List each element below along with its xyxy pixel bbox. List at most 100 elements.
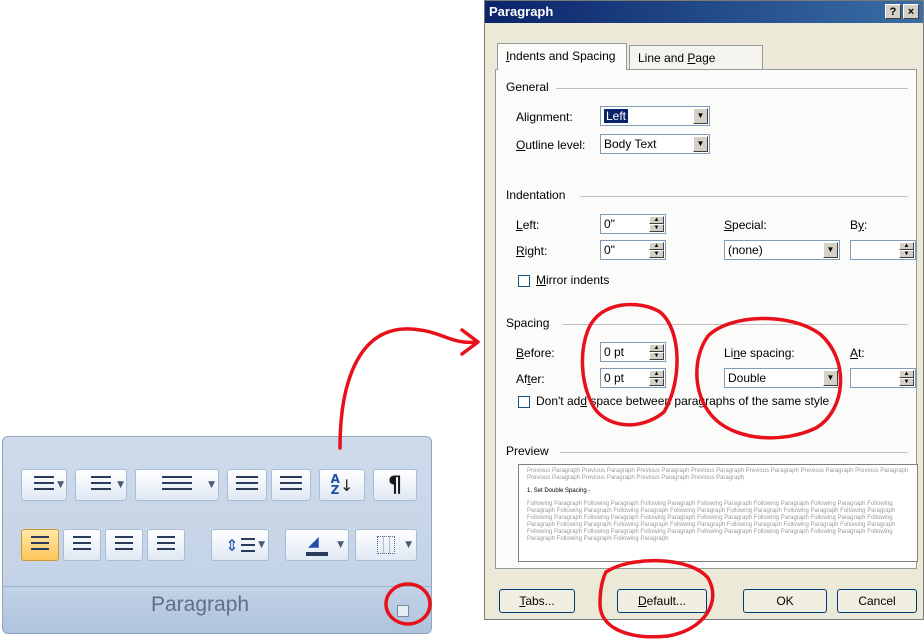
special-select[interactable]: (none) ▼: [724, 240, 840, 260]
spin-down-icon[interactable]: ▼: [649, 224, 664, 232]
section-divider: [556, 88, 908, 89]
justify-button[interactable]: [147, 529, 185, 561]
chevron-down-icon: ▼: [823, 242, 838, 258]
center-button[interactable]: [63, 529, 101, 561]
default-button[interactable]: Default...: [617, 589, 707, 613]
outline-level-select[interactable]: Body Text ▼: [600, 134, 710, 154]
title-bar: Paragraph ? ×: [485, 1, 923, 23]
section-divider: [580, 196, 908, 197]
spin-up-icon[interactable]: ▲: [899, 370, 914, 378]
align-right-icon: [115, 536, 133, 554]
multilevel-list-button[interactable]: ▼: [135, 469, 219, 501]
paragraph-dialog: Paragraph ? × Indents and Spacing Line a…: [484, 0, 924, 620]
chevron-down-icon: ▼: [208, 480, 215, 490]
outline-level-value: Body Text: [604, 137, 657, 151]
annotation-arrow: [338, 327, 478, 450]
preview-current-paragraph: 1. Set Double Spacing -: [527, 488, 591, 494]
indent-left-value: 0": [604, 217, 615, 231]
spin-down-icon[interactable]: ▼: [649, 352, 664, 360]
increase-indent-button[interactable]: [271, 469, 311, 501]
numbering-button[interactable]: ▼: [75, 469, 127, 501]
pilcrow-icon: ¶: [388, 472, 402, 498]
spin-up-icon[interactable]: ▲: [649, 216, 664, 224]
spin-down-icon[interactable]: ▼: [649, 378, 664, 386]
spin-up-icon[interactable]: ▲: [649, 370, 664, 378]
special-value: (none): [728, 243, 763, 257]
spin-down-icon[interactable]: ▼: [649, 250, 664, 258]
section-general-title: General: [506, 80, 549, 94]
numbering-icon: [91, 476, 111, 494]
help-button[interactable]: ?: [885, 4, 901, 19]
justify-icon: [157, 536, 175, 554]
chevron-down-icon: ▼: [258, 540, 265, 550]
tabs-button[interactable]: Tabs...: [499, 589, 575, 613]
spin-down-icon[interactable]: ▼: [899, 378, 914, 386]
spacing-before-label: Before:: [516, 346, 555, 360]
ribbon-caption-bar: Paragraph: [3, 586, 431, 633]
section-spacing-title: Spacing: [506, 316, 550, 330]
mirror-indents-checkbox[interactable]: [518, 275, 530, 287]
sort-icon: A Z: [330, 472, 340, 497]
alignment-value: Left: [604, 109, 629, 123]
align-left-button[interactable]: [21, 529, 59, 561]
line-spacing-button[interactable]: ⇕ ▼: [211, 529, 269, 561]
tab-indents-and-spacing[interactable]: Indents and Spacing: [497, 43, 627, 70]
align-left-icon: [31, 536, 49, 554]
center-align-icon: [73, 536, 91, 554]
chevron-down-icon: ▼: [405, 540, 412, 550]
line-spacing-select[interactable]: Double ▼: [724, 368, 840, 388]
show-hide-marks-button[interactable]: ¶: [373, 469, 417, 501]
ribbon-group-caption: Paragraph: [151, 593, 250, 616]
spacing-after-spinner[interactable]: 0 pt ▲ ▼: [600, 368, 666, 388]
borders-icon: [377, 536, 395, 554]
tab-line-and-page-breaks[interactable]: Line and Page Breaks: [629, 45, 763, 89]
by-label: By:: [850, 218, 868, 232]
spin-down-icon[interactable]: ▼: [899, 250, 914, 258]
indent-left-spinner[interactable]: 0" ▲ ▼: [600, 214, 666, 234]
line-spacing-lines-icon: [240, 538, 255, 552]
spin-up-icon[interactable]: ▲: [899, 242, 914, 250]
line-spacing-value: Double: [728, 371, 767, 385]
decrease-indent-button[interactable]: [227, 469, 267, 501]
dont-add-space-label: Don't add space between paragraphs of th…: [536, 394, 830, 408]
align-right-button[interactable]: [105, 529, 143, 561]
spin-up-icon[interactable]: ▲: [649, 242, 664, 250]
close-button[interactable]: ×: [903, 4, 919, 19]
preview-following-paragraph: Following Paragraph Following Paragraph …: [527, 501, 896, 542]
spacing-before-value: 0 pt: [604, 345, 625, 359]
shading-button[interactable]: ◢ ▼: [285, 529, 349, 561]
dont-add-space-checkbox[interactable]: [518, 396, 530, 408]
by-spinner[interactable]: ▲ ▼: [850, 240, 916, 260]
ok-button[interactable]: OK: [743, 589, 827, 613]
increase-indent-icon: [280, 476, 302, 494]
alignment-label: Alignment:: [516, 110, 573, 124]
bullets-icon: [34, 476, 54, 494]
line-spacing-icon: ⇕: [225, 535, 239, 555]
arrow-down-icon: ↓: [339, 475, 354, 495]
spacing-before-spinner[interactable]: 0 pt ▲ ▼: [600, 342, 666, 362]
spacing-after-value: 0 pt: [604, 371, 625, 385]
tab-panel: General Alignment: Left ▼ Outline level:…: [495, 69, 918, 569]
indent-right-spinner[interactable]: 0" ▲ ▼: [600, 240, 666, 260]
dialog-launcher-icon[interactable]: [397, 605, 409, 617]
borders-button[interactable]: ▼: [355, 529, 417, 561]
chevron-down-icon: ▼: [337, 540, 344, 550]
cancel-button[interactable]: Cancel: [837, 589, 917, 613]
chevron-down-icon: ▼: [57, 480, 64, 490]
chevron-down-icon: ▼: [693, 108, 708, 124]
at-spinner[interactable]: ▲ ▼: [850, 368, 916, 388]
bullets-button[interactable]: ▼: [21, 469, 67, 501]
line-spacing-label: Line spacing:: [724, 346, 795, 360]
indent-right-label: Right:: [516, 244, 548, 258]
shading-icon: ◢: [306, 534, 328, 556]
annotation-arrow-head: [460, 328, 480, 356]
preview-previous-paragraph: Previous Paragraph Previous Paragraph Pr…: [527, 468, 909, 481]
multilevel-list-icon: [162, 476, 192, 494]
mirror-indents-label: Mirror indents: [536, 273, 610, 287]
dialog-title: Paragraph: [489, 4, 554, 19]
spacing-after-label: After:: [516, 372, 545, 386]
spin-up-icon[interactable]: ▲: [649, 344, 664, 352]
section-indentation-title: Indentation: [506, 188, 566, 202]
sort-button[interactable]: A Z ↓: [319, 469, 365, 501]
alignment-select[interactable]: Left ▼: [600, 106, 710, 126]
